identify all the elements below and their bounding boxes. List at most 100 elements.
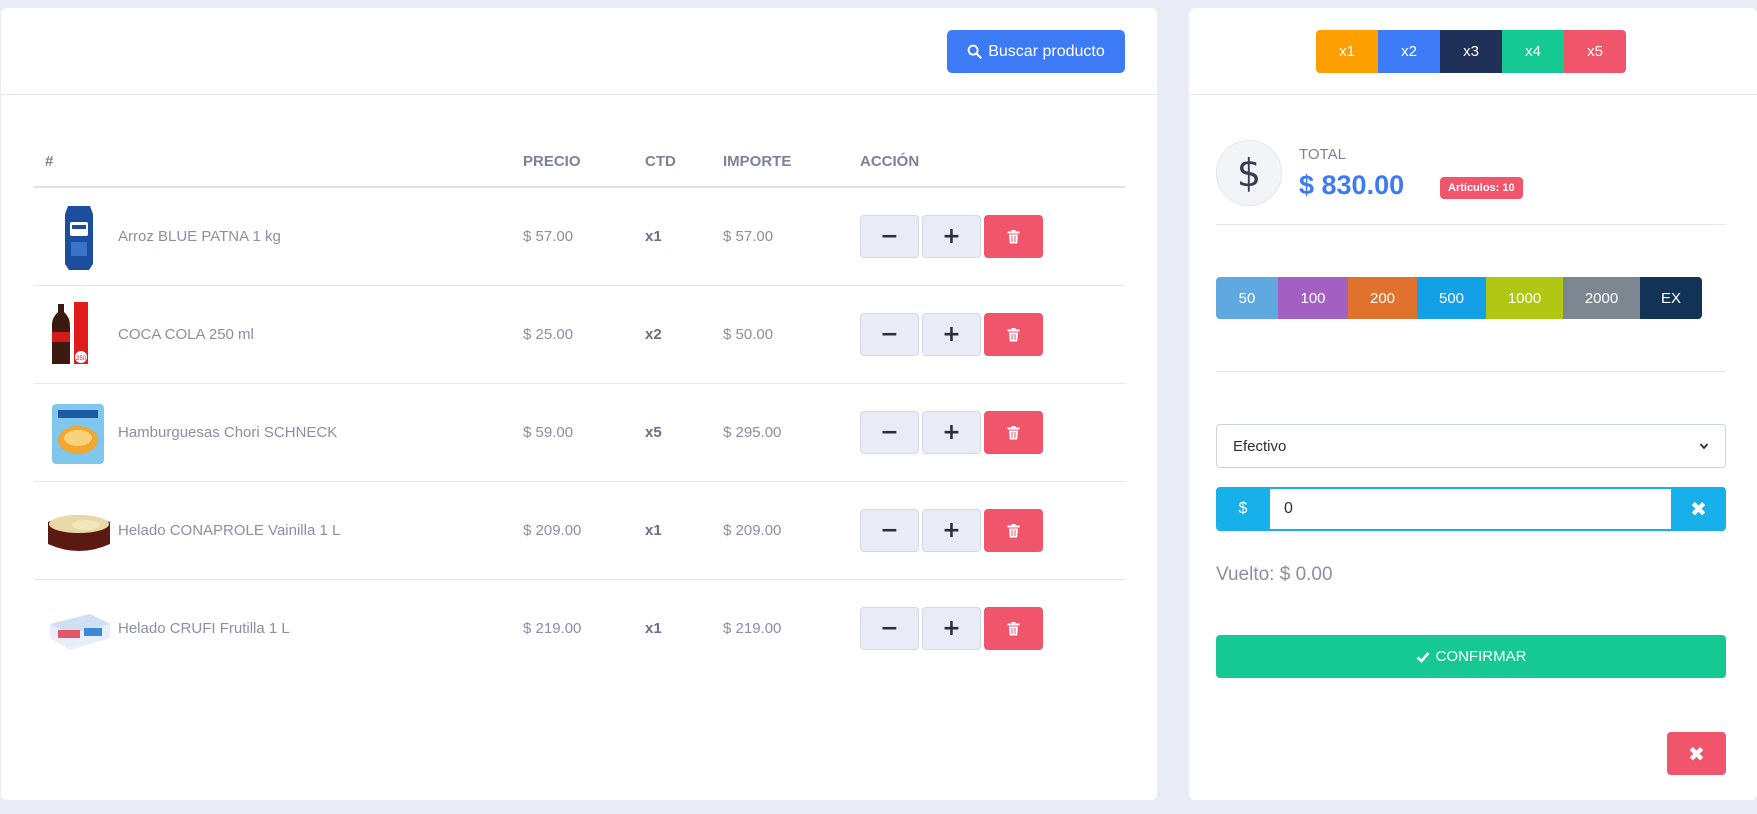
items-count-badge: Artículos: 10 <box>1440 177 1523 199</box>
row-actions: − + <box>860 313 1043 356</box>
dollar-icon: $ <box>1216 140 1282 206</box>
multiplier-x1-button[interactable]: x1 <box>1316 30 1378 73</box>
header-action: ACCIÓN <box>860 153 920 170</box>
product-amount: $ 209.00 <box>723 522 782 539</box>
decrease-qty-button[interactable]: − <box>860 215 919 258</box>
denomination-2000-button[interactable]: 2000 <box>1563 277 1640 319</box>
search-icon <box>967 44 982 59</box>
delete-item-button[interactable] <box>984 215 1043 258</box>
product-qty: x1 <box>645 620 662 637</box>
cart-table: # PRECIO CTD IMPORTE ACCIÓN Arroz BLUE P… <box>34 134 1125 678</box>
multiplier-x4-button[interactable]: x4 <box>1502 30 1564 73</box>
product-name: Hamburguesas Chori SCHNECK <box>118 424 338 441</box>
product-amount: $ 50.00 <box>723 326 774 343</box>
decrease-qty-button[interactable]: − <box>860 607 919 650</box>
clear-cash-button[interactable]: ✖ <box>1671 487 1726 531</box>
header-num: # <box>45 153 54 170</box>
table-row: Helado CONAPROLE Vainilla 1 L $ 209.00 x… <box>34 482 1125 580</box>
increase-qty-button[interactable]: + <box>922 313 981 356</box>
confirm-button[interactable]: CONFIRMAR <box>1216 635 1726 678</box>
denomination-50-button[interactable]: 50 <box>1216 277 1278 319</box>
product-qty: x5 <box>645 424 662 441</box>
denomination-1000-button[interactable]: 1000 <box>1486 277 1563 319</box>
product-thumbnail: 250 <box>44 300 114 370</box>
denomination-100-button[interactable]: 100 <box>1278 277 1348 319</box>
total-value: $ 830.00 <box>1299 170 1405 200</box>
cart-panel: Buscar producto # PRECIO CTD IMPORTE ACC… <box>1 8 1157 800</box>
trash-icon <box>1007 425 1020 439</box>
product-name: Helado CRUFI Frutilla 1 L <box>118 620 290 637</box>
header-amount: IMPORTE <box>723 153 792 170</box>
payment-method-select[interactable]: Efectivo <box>1216 424 1726 468</box>
decrease-qty-button[interactable]: − <box>860 411 919 454</box>
product-thumbnail <box>44 202 114 272</box>
total-label: TOTAL <box>1299 146 1346 163</box>
delete-item-button[interactable] <box>984 313 1043 356</box>
currency-prefix: $ <box>1216 487 1270 531</box>
delete-item-button[interactable] <box>984 509 1043 552</box>
table-header: # PRECIO CTD IMPORTE ACCIÓN <box>34 134 1125 188</box>
table-row: Hamburguesas Chori SCHNECK $ 59.00 x5 $ … <box>34 384 1125 482</box>
increase-qty-button[interactable]: + <box>922 411 981 454</box>
product-qty: x1 <box>645 228 662 245</box>
trash-icon <box>1007 621 1020 635</box>
decrease-qty-button[interactable]: − <box>860 313 919 356</box>
multiplier-x5-button[interactable]: x5 <box>1564 30 1626 73</box>
svg-text:250: 250 <box>76 356 87 362</box>
row-actions: − + <box>860 509 1043 552</box>
checkout-header: x1 x2 x3 x4 x5 <box>1189 8 1757 95</box>
total-summary: $ TOTAL $ 830.00 Artículos: 10 <box>1216 140 1726 225</box>
multiplier-x2-button[interactable]: x2 <box>1378 30 1440 73</box>
denomination-200-button[interactable]: 200 <box>1348 277 1417 319</box>
product-name: COCA COLA 250 ml <box>118 326 254 343</box>
product-thumbnail <box>44 594 114 664</box>
header-price: PRECIO <box>523 153 581 170</box>
product-name: Arroz BLUE PATNA 1 kg <box>118 228 281 245</box>
trash-icon <box>1007 229 1020 243</box>
payment-method-value: Efectivo <box>1233 437 1287 455</box>
cart-header: Buscar producto <box>1 8 1157 95</box>
decrease-qty-button[interactable]: − <box>860 509 919 552</box>
header-qty: CTD <box>645 153 676 170</box>
row-actions: − + <box>860 607 1043 650</box>
product-name: Helado CONAPROLE Vainilla 1 L <box>118 522 341 539</box>
table-row: 250 COCA COLA 250 ml $ 25.00 x2 $ 50.00 … <box>34 286 1125 384</box>
cash-received-input[interactable]: 0 <box>1270 487 1671 531</box>
product-price: $ 219.00 <box>523 620 582 637</box>
cash-received-group: $ 0 ✖ <box>1216 487 1726 531</box>
change-amount: Vuelto: $ 0.00 <box>1216 564 1333 585</box>
row-actions: − + <box>860 411 1043 454</box>
divider <box>1216 371 1726 372</box>
product-amount: $ 295.00 <box>723 424 782 441</box>
close-button[interactable]: ✖ <box>1667 732 1726 775</box>
product-price: $ 209.00 <box>523 522 582 539</box>
search-product-label: Buscar producto <box>988 42 1105 60</box>
product-thumbnail <box>44 398 114 468</box>
trash-icon <box>1007 327 1020 341</box>
row-actions: − + <box>860 215 1043 258</box>
table-row: Arroz BLUE PATNA 1 kg $ 57.00 x1 $ 57.00… <box>34 188 1125 286</box>
check-icon <box>1416 651 1430 663</box>
product-price: $ 57.00 <box>523 228 574 245</box>
search-product-button[interactable]: Buscar producto <box>947 30 1125 73</box>
confirm-label: CONFIRMAR <box>1435 648 1527 665</box>
trash-icon <box>1007 523 1020 537</box>
multiplier-x3-button[interactable]: x3 <box>1440 30 1502 73</box>
product-amount: $ 219.00 <box>723 620 782 637</box>
product-price: $ 59.00 <box>523 424 574 441</box>
denomination-exact-button[interactable]: EX <box>1640 277 1702 319</box>
delete-item-button[interactable] <box>984 607 1043 650</box>
checkout-panel: x1 x2 x3 x4 x5 $ TOTAL $ 830.00 Artículo… <box>1189 8 1757 800</box>
increase-qty-button[interactable]: + <box>922 509 981 552</box>
product-price: $ 25.00 <box>523 326 574 343</box>
table-row: Helado CRUFI Frutilla 1 L $ 219.00 x1 $ … <box>34 580 1125 678</box>
delete-item-button[interactable] <box>984 411 1043 454</box>
denomination-500-button[interactable]: 500 <box>1417 277 1486 319</box>
chevron-down-icon <box>1699 443 1709 450</box>
product-thumbnail <box>44 496 114 566</box>
product-amount: $ 57.00 <box>723 228 774 245</box>
product-qty: x1 <box>645 522 662 539</box>
multiplier-group: x1 x2 x3 x4 x5 <box>1316 30 1626 73</box>
increase-qty-button[interactable]: + <box>922 607 981 650</box>
increase-qty-button[interactable]: + <box>922 215 981 258</box>
